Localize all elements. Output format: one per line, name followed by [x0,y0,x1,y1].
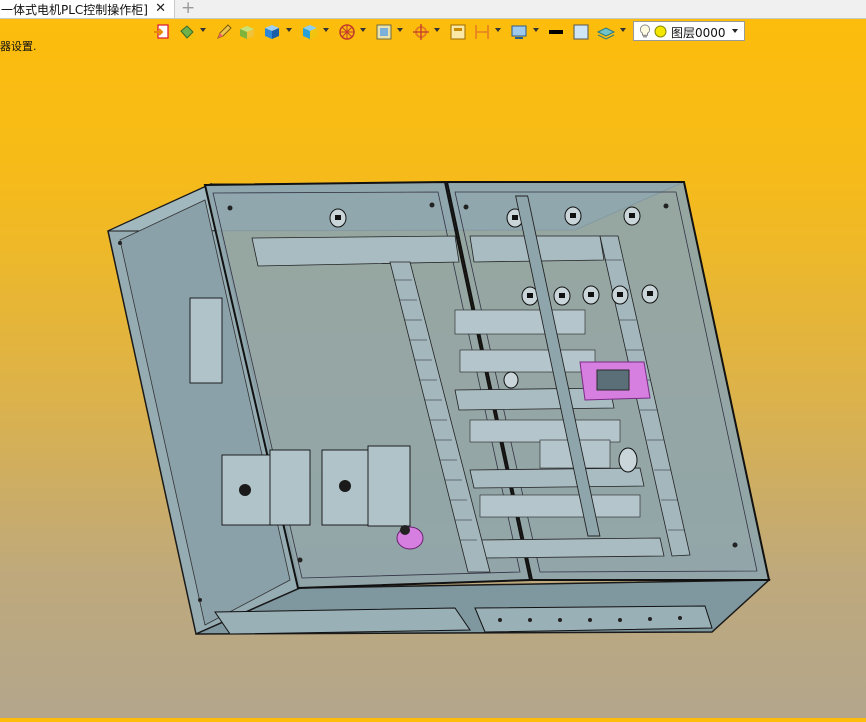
dimension-icon[interactable] [472,22,494,42]
layer-stack-dropdown-icon[interactable] [620,28,626,32]
yellow-circle-icon[interactable] [654,25,667,38]
dimension-dropdown-icon[interactable] [495,28,501,32]
line-style-icon[interactable] [546,22,568,42]
panel-icon[interactable] [448,22,470,42]
layer-select[interactable]: 图层0000 [633,21,745,41]
chevron-down-icon[interactable] [732,29,738,33]
import-icon[interactable] [152,22,174,42]
document-tab-title: 一体式电机PLC控制操作柜] [1,2,148,17]
cube-color-icon[interactable] [300,22,322,42]
paint-bucket-dropdown-icon[interactable] [200,28,206,32]
layer-value: 图层0000 [671,26,726,40]
frame-dropdown-icon[interactable] [397,28,403,32]
wheel-icon[interactable] [337,22,359,42]
box-icon[interactable] [237,22,259,42]
display-dropdown-icon[interactable] [533,28,539,32]
display-icon[interactable] [509,22,531,42]
cube-icon[interactable] [262,22,284,42]
frame-icon[interactable] [374,22,396,42]
cube-dropdown-icon[interactable] [286,28,292,32]
3d-viewport[interactable] [0,46,866,718]
hmi-panel-highlight [579,361,651,401]
close-tab-icon[interactable]: ✕ [155,0,166,18]
document-tab[interactable]: 一体式电机PLC控制操作柜] ✕ [0,0,175,18]
pencil-icon[interactable] [214,22,236,42]
wheel-dropdown-icon[interactable] [360,28,366,32]
layer-stack-icon[interactable] [596,22,618,42]
fill-color-icon[interactable] [571,22,593,42]
add-tab-icon[interactable]: + [181,0,195,18]
lightbulb-icon[interactable] [639,24,651,39]
tab-bar: 一体式电机PLC控制操作柜] ✕ + [0,0,866,19]
cube-color-dropdown-icon[interactable] [323,28,329,32]
cabinet-model [107,180,771,636]
target-icon[interactable] [411,22,433,42]
paint-bucket-icon[interactable] [177,22,199,42]
target-dropdown-icon[interactable] [434,28,440,32]
